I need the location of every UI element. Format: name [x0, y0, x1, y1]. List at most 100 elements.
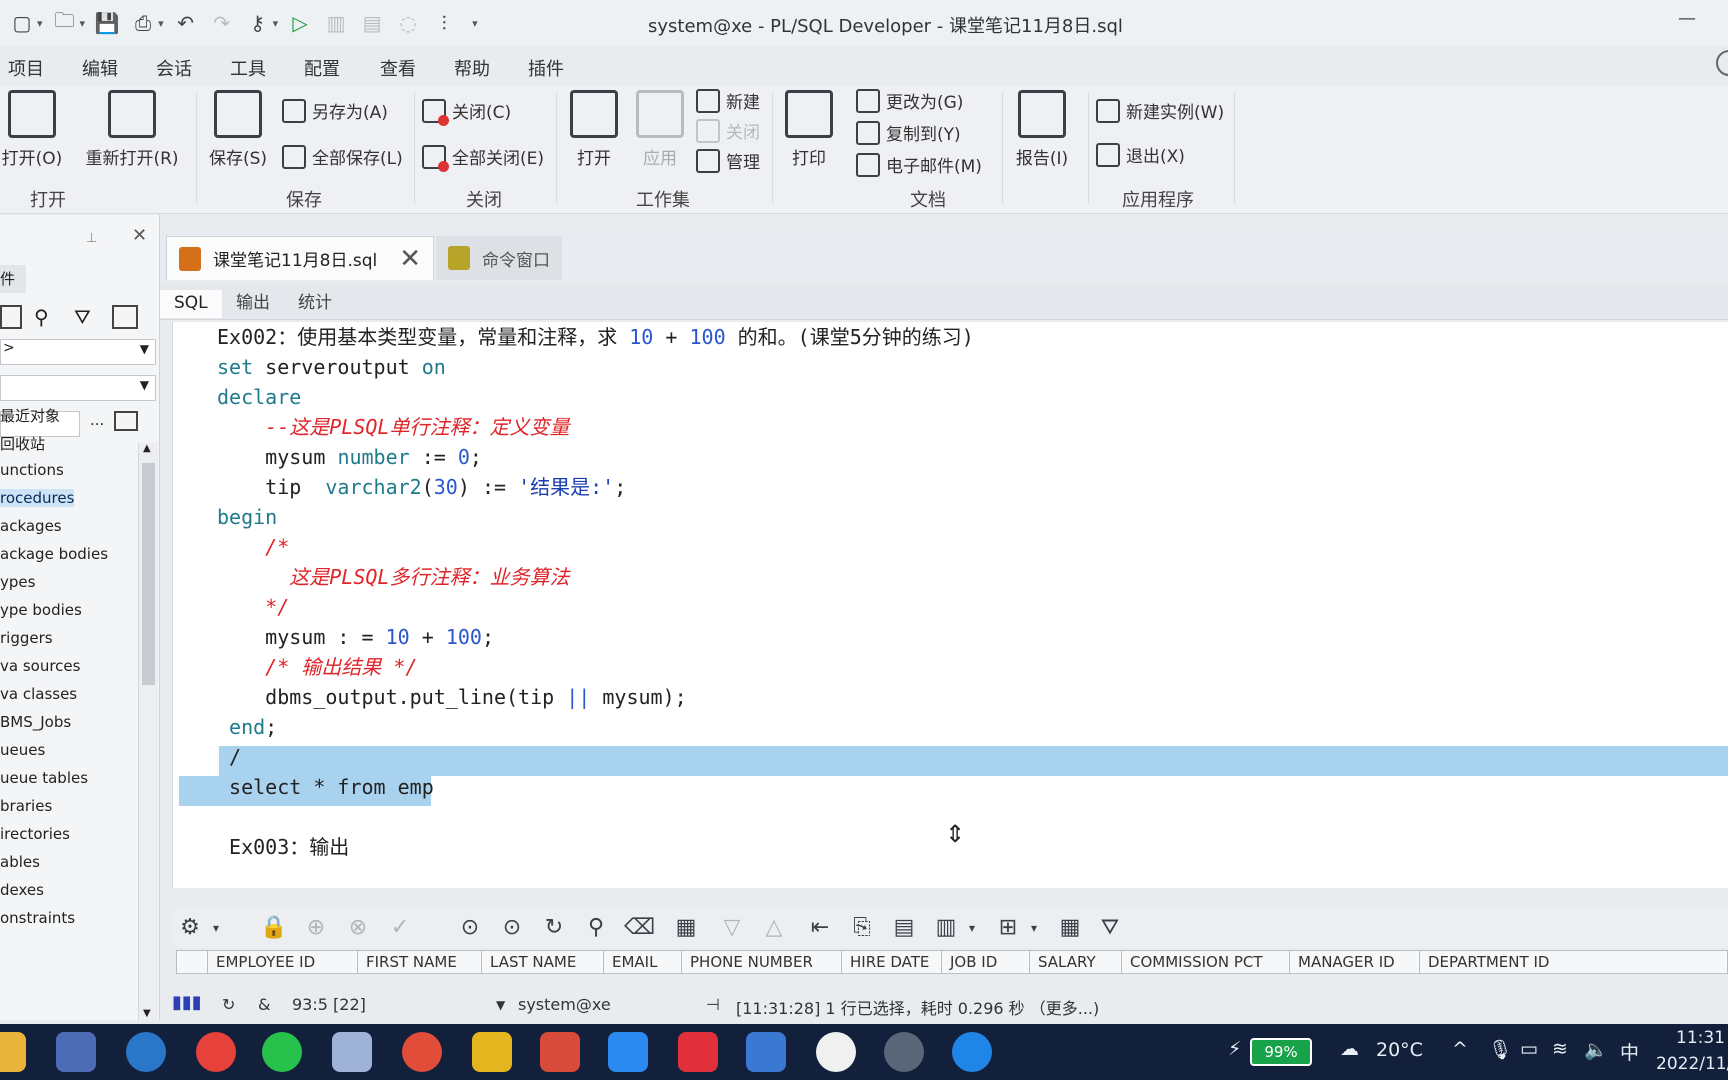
speaker-icon[interactable]: 🔈 — [1584, 1038, 1608, 1061]
customize-toolbar-icon[interactable]: ▾ — [472, 17, 478, 30]
photos-app-icon[interactable] — [816, 1032, 856, 1072]
workset-close-button[interactable]: 关闭 — [696, 118, 760, 143]
scroll-down-icon[interactable]: ▼ — [143, 1008, 151, 1019]
pin-icon[interactable]: ⊥ — [86, 231, 97, 246]
print-button[interactable]: 打印 — [780, 90, 838, 169]
meeting-app-icon[interactable] — [608, 1032, 648, 1072]
tree-item[interactable]: va sources — [0, 657, 80, 675]
workset-manage-button[interactable]: 管理 — [696, 148, 760, 173]
grid-column-header[interactable]: COMMISSION PCT — [1121, 951, 1289, 973]
export-icon[interactable]: ⇤ — [806, 914, 834, 942]
more-options-button[interactable]: ... — [90, 411, 104, 429]
execute-icon[interactable]: ▷ — [286, 9, 314, 37]
tree-item[interactable]: ype bodies — [0, 601, 82, 619]
refresh-icon[interactable] — [112, 305, 138, 329]
grid-column-header[interactable]: LAST NAME — [481, 951, 603, 973]
tab-sql[interactable]: SQL — [160, 290, 222, 318]
tree-item[interactable]: ypes — [0, 573, 35, 591]
close-icon[interactable]: ✕ — [399, 244, 421, 274]
wechat-icon[interactable] — [262, 1032, 302, 1072]
undo-icon[interactable]: ↶ — [172, 9, 200, 37]
layout-icon[interactable]: ⊞ — [994, 914, 1022, 942]
weather-temperature[interactable]: 20°C — [1376, 1039, 1423, 1061]
clock-time[interactable]: 11:31 — [1676, 1028, 1725, 1048]
scroll-up-icon[interactable]: ▲ — [143, 443, 151, 454]
connection-label[interactable]: system@xe — [518, 995, 611, 1014]
tree-item[interactable]: ueue tables — [0, 769, 88, 787]
close-all-button[interactable]: 全部关闭(E) — [422, 144, 544, 172]
tree-item[interactable]: unctions — [0, 461, 64, 479]
save-as-button[interactable]: 另存为(A) — [282, 98, 388, 123]
collapse-icon[interactable] — [0, 305, 22, 329]
tab-sql-file[interactable]: 课堂笔记11月8日.sql ✕ — [166, 236, 435, 280]
tree-item[interactable]: rocedures — [0, 489, 75, 507]
previous-record-icon[interactable]: ▽ — [718, 914, 746, 942]
network-icon[interactable]: ▭ — [1520, 1038, 1538, 1060]
panel-tab-partial[interactable]: 件 — [0, 265, 26, 293]
menu-session[interactable]: 会话 — [156, 55, 192, 81]
ime-indicator[interactable]: 中 — [1620, 1038, 1639, 1065]
chevron-down-icon[interactable]: ▾ — [958, 914, 986, 942]
tree-item[interactable]: BMS_Jobs — [0, 713, 71, 731]
clear-icon[interactable]: ⌫ — [624, 914, 655, 942]
tree-item[interactable]: 最近对象 — [0, 405, 60, 426]
grid-column-header[interactable]: FIRST NAME — [357, 951, 481, 973]
tree-item[interactable]: dexes — [0, 881, 44, 899]
menu-view[interactable]: 查看 — [380, 55, 416, 81]
redo-icon[interactable]: ↷ — [208, 9, 236, 37]
user-filter-select[interactable]: > ▼ — [0, 339, 156, 365]
tab-output[interactable]: 输出 — [222, 290, 284, 318]
workset-new-button[interactable]: 新建 — [696, 88, 760, 113]
notes-app-icon[interactable] — [472, 1032, 512, 1072]
refresh-icon[interactable]: ↻ — [540, 914, 568, 942]
email-button[interactable]: 电子邮件(M) — [856, 152, 982, 177]
grid-column-header[interactable]: EMPLOYEE ID — [207, 951, 357, 973]
chevron-down-icon[interactable]: ▾ — [273, 17, 279, 30]
settings-gear-icon[interactable] — [884, 1032, 924, 1072]
fetch-last-icon[interactable]: ⊙ — [498, 914, 526, 942]
chevron-down-icon[interactable]: ▾ — [37, 17, 43, 30]
tree-item[interactable]: 回收站 — [0, 433, 45, 454]
tree-item[interactable]: braries — [0, 797, 52, 815]
tree-item[interactable]: ackages — [0, 517, 62, 535]
wifi-icon[interactable]: ≋ — [1552, 1038, 1568, 1060]
next-record-icon[interactable]: △ — [760, 914, 788, 942]
copy-icon[interactable]: ⎘ — [848, 914, 876, 942]
chevron-down-icon[interactable]: ▾ — [1020, 914, 1048, 942]
diamond-app-icon[interactable] — [678, 1032, 718, 1072]
chevron-up-icon[interactable]: ^ — [1452, 1038, 1468, 1060]
tree-item[interactable]: irectories — [0, 825, 70, 843]
chevron-down-icon[interactable]: ▾ — [158, 17, 164, 30]
tree-item[interactable]: va classes — [0, 685, 77, 703]
new-instance-button[interactable]: 新建实例(W) — [1096, 98, 1224, 123]
ampersand-icon[interactable]: & — [258, 995, 270, 1014]
chevron-down-icon[interactable]: ▾ — [80, 17, 86, 30]
insert-record-icon[interactable]: ⊕ — [302, 914, 330, 942]
lock-icon[interactable]: 🔒 — [260, 914, 288, 942]
commit-icon[interactable]: ▤ — [358, 9, 386, 37]
menu-tools[interactable]: 工具 — [230, 55, 266, 81]
menu-plugins[interactable]: 插件 — [528, 55, 564, 81]
grid-column-header[interactable]: MANAGER ID — [1289, 951, 1419, 973]
stop-icon[interactable]: ▥ — [322, 9, 350, 37]
save-button[interactable]: 保存(S) — [206, 90, 270, 169]
grid-column-header[interactable]: DEPARTMENT ID — [1419, 951, 1579, 973]
chevron-down-icon[interactable]: ▼ — [496, 998, 505, 1012]
open-button[interactable]: 打开(O) — [0, 90, 64, 169]
clock-date[interactable]: 2022/11/ — [1656, 1054, 1728, 1074]
microphone-icon[interactable]: 🎙 — [1488, 1038, 1512, 1061]
menu-configure[interactable]: 配置 — [304, 55, 340, 81]
print-icon[interactable]: ⎙ — [129, 9, 157, 37]
minimize-button[interactable]: — — [1672, 8, 1702, 38]
find-binoculars-icon[interactable]: ⚲ — [34, 305, 49, 329]
delete-record-icon[interactable]: ⊗ — [344, 914, 372, 942]
chrome-browser-icon[interactable] — [196, 1032, 236, 1072]
workset-apply-button[interactable]: 应用 — [630, 90, 690, 169]
refresh-icon[interactable]: ↻ — [222, 995, 235, 1014]
grid-icon[interactable]: ▦ — [1056, 914, 1084, 942]
tree-item[interactable]: ueues — [0, 741, 45, 759]
workset-open-button[interactable]: 打开 — [564, 90, 624, 169]
edge-browser-icon[interactable] — [126, 1032, 166, 1072]
sql-editor[interactable]: Ex002：使用基本类型变量，常量和注释，求 10 + 100 的和。(课堂5分… — [172, 322, 1728, 888]
key-icon[interactable]: ⚷ — [244, 9, 272, 37]
